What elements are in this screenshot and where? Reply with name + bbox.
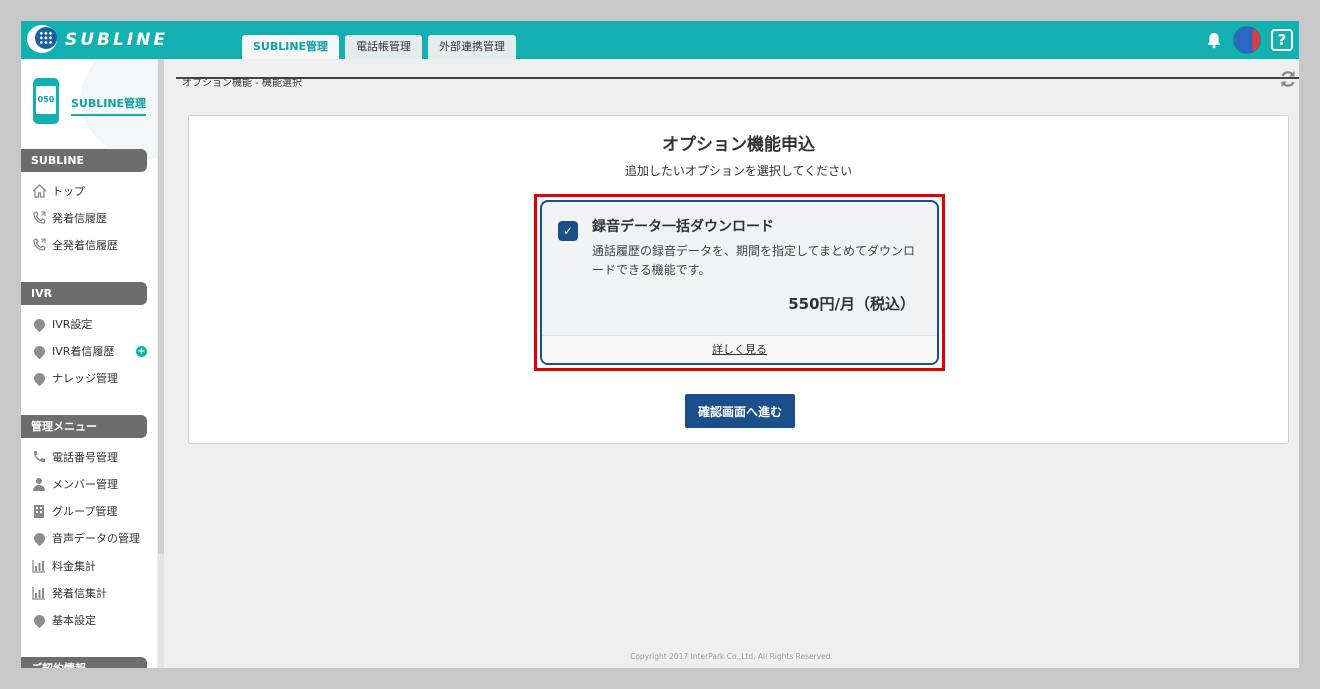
- phone-history-icon: [31, 210, 47, 226]
- app-window: SUBLINE SUBLINE管理 電話帳管理 外部連携管理 ? 050 SUB…: [21, 21, 1299, 668]
- sidebar-title[interactable]: SUBLINE管理: [71, 95, 147, 116]
- section-ivr: IVR: [21, 282, 147, 305]
- pin-icon: [31, 612, 47, 628]
- sidebar-item-ivr-incoming-history[interactable]: IVR着信履歴: [31, 341, 114, 361]
- proceed-to-confirm-button[interactable]: 確認画面へ進む: [685, 394, 795, 428]
- pin-icon: [31, 370, 47, 386]
- section-contract-info: ご契約情報: [21, 657, 147, 668]
- tab-phonebook-admin[interactable]: 電話帳管理: [345, 35, 423, 59]
- plus-badge-icon[interactable]: +: [136, 346, 147, 357]
- pin-icon: [31, 316, 47, 332]
- sidebar-item-knowledge[interactable]: ナレッジ管理: [31, 368, 118, 388]
- option-card-footer: 詳しく見る: [542, 335, 937, 363]
- option-application-panel: オプション機能申込 追加したいオプションを選択してください ✓ 録音データ一括ダ…: [188, 115, 1289, 444]
- option-card-recording-download[interactable]: ✓ 録音データ一括ダウンロード 通話履歴の録音データを、期間を指定してまとめてダ…: [540, 200, 939, 365]
- tab-subline-admin[interactable]: SUBLINE管理: [242, 35, 340, 59]
- tab-external-integration[interactable]: 外部連携管理: [428, 35, 517, 59]
- chat-bubble-logo-icon: [27, 25, 59, 55]
- page-title: オプション機能申込: [662, 135, 815, 155]
- avatar[interactable]: [1233, 26, 1261, 54]
- person-icon: [31, 476, 47, 492]
- subline-logo[interactable]: SUBLINE: [27, 23, 168, 57]
- sidebar-item-billing-summary[interactable]: 料金集計: [31, 556, 96, 576]
- pin-icon: [31, 530, 47, 546]
- sidebar-item-all-call-history[interactable]: 全発着信履歴: [31, 235, 118, 255]
- section-admin-menu: 管理メニュー: [21, 415, 147, 438]
- top-header: SUBLINE SUBLINE管理 電話帳管理 外部連携管理 ?: [21, 21, 1299, 59]
- bell-icon[interactable]: [1205, 31, 1223, 49]
- bar-chart-icon: [31, 558, 47, 574]
- sidebar-item-call-history[interactable]: 発着信履歴: [31, 208, 107, 228]
- option-checkbox[interactable]: ✓: [558, 221, 578, 241]
- section-subline: SUBLINE: [21, 149, 147, 172]
- sidebar-item-members[interactable]: メンバー管理: [31, 474, 118, 494]
- breadcrumb-bar: オプション機能 - 機能選択: [176, 59, 1299, 89]
- sidebar-item-call-summary[interactable]: 発着信集計: [31, 583, 107, 603]
- sidebar-item-top[interactable]: トップ: [31, 181, 85, 201]
- sidebar: 050 SUBLINE管理 SUBLINE トップ 発着信履歴 全発着信履歴 I…: [21, 59, 157, 668]
- phone-history-icon: [31, 237, 47, 253]
- building-icon: [31, 503, 47, 519]
- sidebar-header: 050 SUBLINE管理: [21, 59, 157, 159]
- help-icon[interactable]: ?: [1271, 29, 1293, 51]
- option-description: 通話履歴の録音データを、期間を指定してまとめてダウンロードできる機能です。: [592, 244, 916, 277]
- copyright-footer: Copyright 2017 InterPark Co.,Ltd. All Ri…: [630, 652, 833, 661]
- sidebar-item-basic-settings[interactable]: 基本設定: [31, 610, 96, 630]
- sidebar-item-audio-data[interactable]: 音声データの管理: [31, 528, 140, 548]
- logo-text: SUBLINE: [65, 30, 169, 50]
- refresh-icon[interactable]: [1279, 69, 1297, 91]
- pin-icon: [31, 343, 47, 359]
- page-subtitle: 追加したいオプションを選択してください: [624, 164, 853, 178]
- smartphone-icon: 050: [33, 78, 59, 124]
- see-details-link[interactable]: 詳しく見る: [712, 343, 767, 356]
- sidebar-item-groups[interactable]: グループ管理: [31, 501, 117, 521]
- breadcrumb: オプション機能 - 機能選択: [182, 78, 302, 89]
- home-icon: [31, 183, 47, 199]
- header-icons: ?: [1205, 26, 1293, 54]
- sidebar-item-phone-numbers[interactable]: 電話番号管理: [31, 447, 118, 467]
- option-name: 録音データ一括ダウンロード: [592, 219, 774, 235]
- main-content: オプション機能 - 機能選択 オプション機能申込 追加したいオプションを選択して…: [164, 59, 1299, 668]
- bar-chart-icon: [31, 585, 47, 601]
- sidebar-item-ivr-settings[interactable]: IVR設定: [31, 314, 92, 334]
- phone-icon: [31, 449, 47, 465]
- option-price: 550円/月（税込）: [788, 295, 915, 313]
- header-tabs: SUBLINE管理 電話帳管理 外部連携管理: [242, 35, 517, 59]
